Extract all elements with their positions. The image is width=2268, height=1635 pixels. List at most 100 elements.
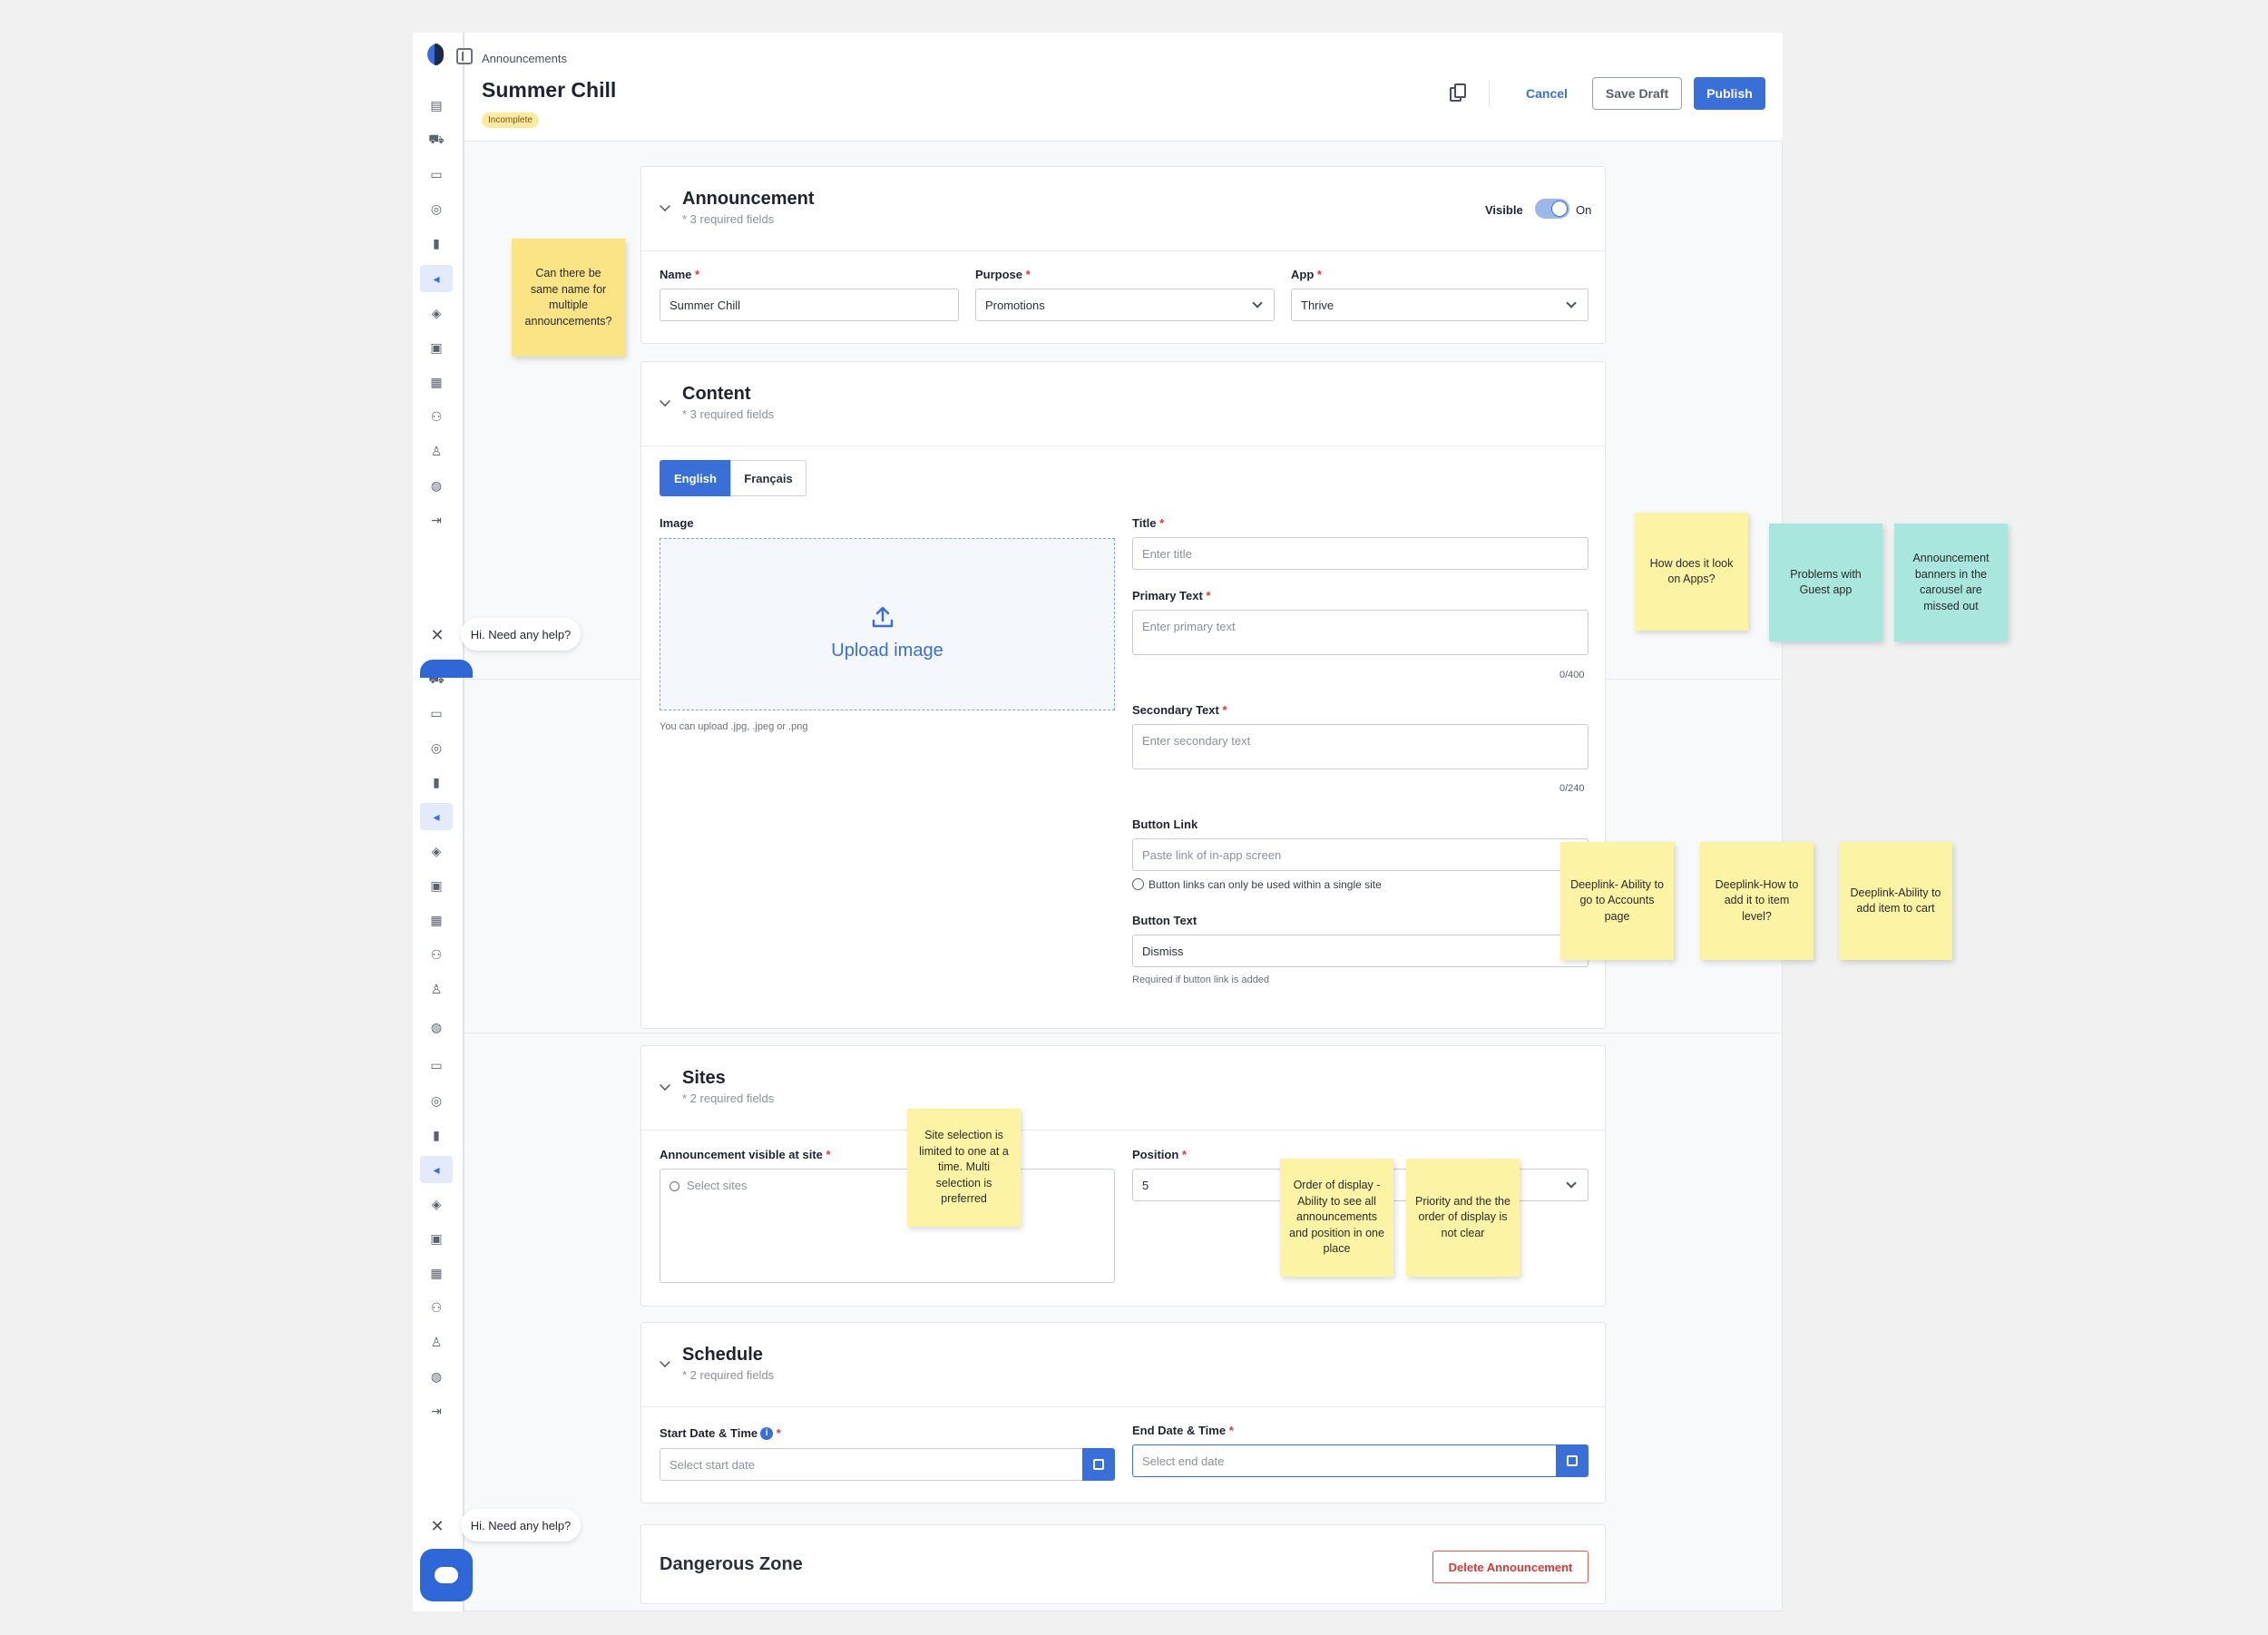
- button-link-hint: Button links can only be used within a s…: [1132, 878, 1382, 891]
- sidebar-toggle-icon[interactable]: [456, 48, 473, 64]
- title-input[interactable]: Enter title: [1132, 537, 1589, 570]
- schedule-section: Schedule * 2 required fields Start Date …: [640, 1322, 1606, 1503]
- chat-button[interactable]: [420, 1549, 473, 1601]
- sidebar-item-logout-icon[interactable]: ⇥: [426, 510, 446, 530]
- sidebar-item-bag-icon[interactable]: ◎: [426, 199, 446, 219]
- divider: [641, 1130, 1605, 1131]
- header-divider: [1489, 80, 1490, 107]
- sidebar-item-tag-icon[interactable]: ◈: [426, 303, 446, 323]
- site-select[interactable]: Select sites: [660, 1169, 1115, 1283]
- secondary-text-input[interactable]: Enter secondary text: [1132, 724, 1589, 769]
- chat-button[interactable]: [420, 660, 473, 678]
- search-icon: [670, 1181, 679, 1191]
- sidebar-item-bag-icon[interactable]: ◎: [426, 1091, 446, 1111]
- sidebar-item-reports-icon[interactable]: ▮: [426, 233, 446, 253]
- sidebar-item-user-icon[interactable]: ♙: [426, 979, 446, 999]
- button-text-input[interactable]: Dismiss: [1132, 935, 1589, 967]
- sidebar-item-globe-icon[interactable]: ◍: [426, 475, 446, 495]
- button-text-hint: Required if button link is added: [1132, 974, 1270, 985]
- name-label: Name *: [660, 268, 700, 281]
- sidebar-item-announcements-icon[interactable]: ◂: [420, 803, 453, 830]
- sidebar-item-user-icon[interactable]: ♙: [426, 1332, 446, 1352]
- end-date-input[interactable]: Select end date: [1132, 1444, 1558, 1477]
- delete-announcement-button[interactable]: Delete Announcement: [1432, 1551, 1589, 1583]
- sidebar-item-dashboard-icon[interactable]: ▤: [426, 95, 446, 115]
- sidebar-item-globe-icon[interactable]: ◍: [426, 1366, 446, 1386]
- breadcrumb[interactable]: Announcements: [482, 52, 567, 65]
- sticky-note: Site selection is limited to one at a ti…: [907, 1109, 1021, 1227]
- sidebar-item-display-icon[interactable]: ▣: [426, 338, 446, 357]
- section-subtitle: * 3 required fields: [682, 407, 775, 421]
- chevron-down-icon[interactable]: [660, 396, 670, 406]
- purpose-label: Purpose *: [975, 268, 1031, 281]
- button-link-input[interactable]: Paste link of in-app screen: [1132, 838, 1589, 871]
- sidebar-item-org-icon[interactable]: ⚇: [426, 1297, 446, 1317]
- section-title: Sites: [682, 1068, 726, 1088]
- sidebar-item-display-icon[interactable]: ▣: [426, 1229, 446, 1248]
- site-label: Announcement visible at site *: [660, 1148, 831, 1161]
- sidebar-item-reports-icon[interactable]: ▮: [426, 1125, 446, 1145]
- chevron-down-icon[interactable]: [660, 201, 670, 211]
- upload-hint: You can upload .jpg, .jpeg or .png: [660, 721, 808, 732]
- sidebar-item-calendar-icon[interactable]: ▦: [426, 1263, 446, 1283]
- sidebar-item-globe-icon[interactable]: ◍: [426, 1017, 446, 1037]
- close-icon[interactable]: ✕: [428, 626, 446, 644]
- sidebar-item-announcements-icon[interactable]: ◂: [420, 265, 453, 292]
- chat-icon: [435, 1567, 458, 1583]
- sidebar-item-reports-icon[interactable]: ▮: [426, 772, 446, 792]
- purpose-select[interactable]: Promotions: [975, 289, 1275, 321]
- sidebar-item-tag-icon[interactable]: ◈: [426, 841, 446, 861]
- info-icon[interactable]: i: [760, 1427, 774, 1440]
- sidebar-item-tag-icon[interactable]: ◈: [426, 1194, 446, 1214]
- section-subtitle: * 2 required fields: [682, 1092, 775, 1105]
- image-label: Image: [660, 516, 694, 530]
- help-bubble[interactable]: Hi. Need any help?: [461, 618, 581, 651]
- sidebar-item-catalog-icon[interactable]: ▭: [426, 1055, 446, 1075]
- sidebar-item-org-icon[interactable]: ⚇: [426, 945, 446, 964]
- sidebar-item-logout-icon[interactable]: ⇥: [426, 1401, 446, 1421]
- primary-text-counter: 0/400: [1559, 670, 1585, 680]
- sidebar-item-catalog-icon[interactable]: ▭: [426, 703, 446, 723]
- secondary-text-counter: 0/240: [1559, 783, 1585, 794]
- app-select[interactable]: Thrive: [1291, 289, 1589, 321]
- upload-dropzone[interactable]: Upload image: [660, 538, 1115, 710]
- divider: [641, 250, 1605, 251]
- sidebar-item-user-icon[interactable]: ♙: [426, 441, 446, 461]
- chevron-down-icon[interactable]: [660, 1080, 670, 1091]
- primary-text-input[interactable]: Enter primary text: [1132, 610, 1589, 655]
- save-draft-button[interactable]: Save Draft: [1592, 77, 1682, 110]
- close-icon[interactable]: ✕: [428, 1517, 446, 1535]
- name-input[interactable]: Summer Chill: [660, 289, 959, 321]
- danger-section: Dangerous Zone Delete Announcement: [640, 1524, 1606, 1604]
- sidebar-item-bag-icon[interactable]: ◎: [426, 738, 446, 758]
- sidebar-item-cart-icon[interactable]: ⛟: [426, 130, 446, 150]
- sidebar-item-calendar-icon[interactable]: ▦: [426, 372, 446, 392]
- tab-english[interactable]: English: [660, 460, 731, 496]
- visible-toggle[interactable]: [1535, 199, 1569, 219]
- help-bubble[interactable]: Hi. Need any help?: [461, 1509, 581, 1542]
- danger-title: Dangerous Zone: [660, 1554, 803, 1574]
- chevron-down-icon[interactable]: [660, 1356, 670, 1367]
- announcement-section: Announcement * 3 required fields Visible…: [640, 166, 1606, 344]
- cancel-button[interactable]: Cancel: [1513, 78, 1580, 109]
- visible-state: On: [1576, 203, 1592, 217]
- sidebar-item-org-icon[interactable]: ⚇: [426, 406, 446, 426]
- section-title: Content: [682, 384, 751, 404]
- page-title: Summer Chill: [482, 78, 617, 102]
- sticky-note: Problems with Guest app: [1769, 524, 1882, 641]
- calendar-icon[interactable]: [1556, 1444, 1589, 1477]
- tab-french[interactable]: Français: [730, 460, 807, 496]
- sticky-note: Priority and the the order of display is…: [1406, 1159, 1520, 1277]
- section-subtitle: * 3 required fields: [682, 212, 775, 226]
- section-subtitle: * 2 required fields: [682, 1368, 775, 1382]
- sidebar-item-display-icon[interactable]: ▣: [426, 876, 446, 896]
- brand-logo-icon[interactable]: [427, 44, 445, 65]
- sidebar-item-calendar-icon[interactable]: ▦: [426, 910, 446, 930]
- duplicate-icon[interactable]: [1450, 83, 1468, 103]
- sidebar-item-catalog-icon[interactable]: ▭: [426, 164, 446, 184]
- sidebar-item-announcements-icon[interactable]: ◂: [420, 1156, 453, 1183]
- publish-button[interactable]: Publish: [1694, 77, 1765, 110]
- calendar-icon[interactable]: [1082, 1448, 1115, 1481]
- start-date-input[interactable]: Select start date: [660, 1448, 1084, 1481]
- button-link-label: Button Link: [1132, 818, 1198, 831]
